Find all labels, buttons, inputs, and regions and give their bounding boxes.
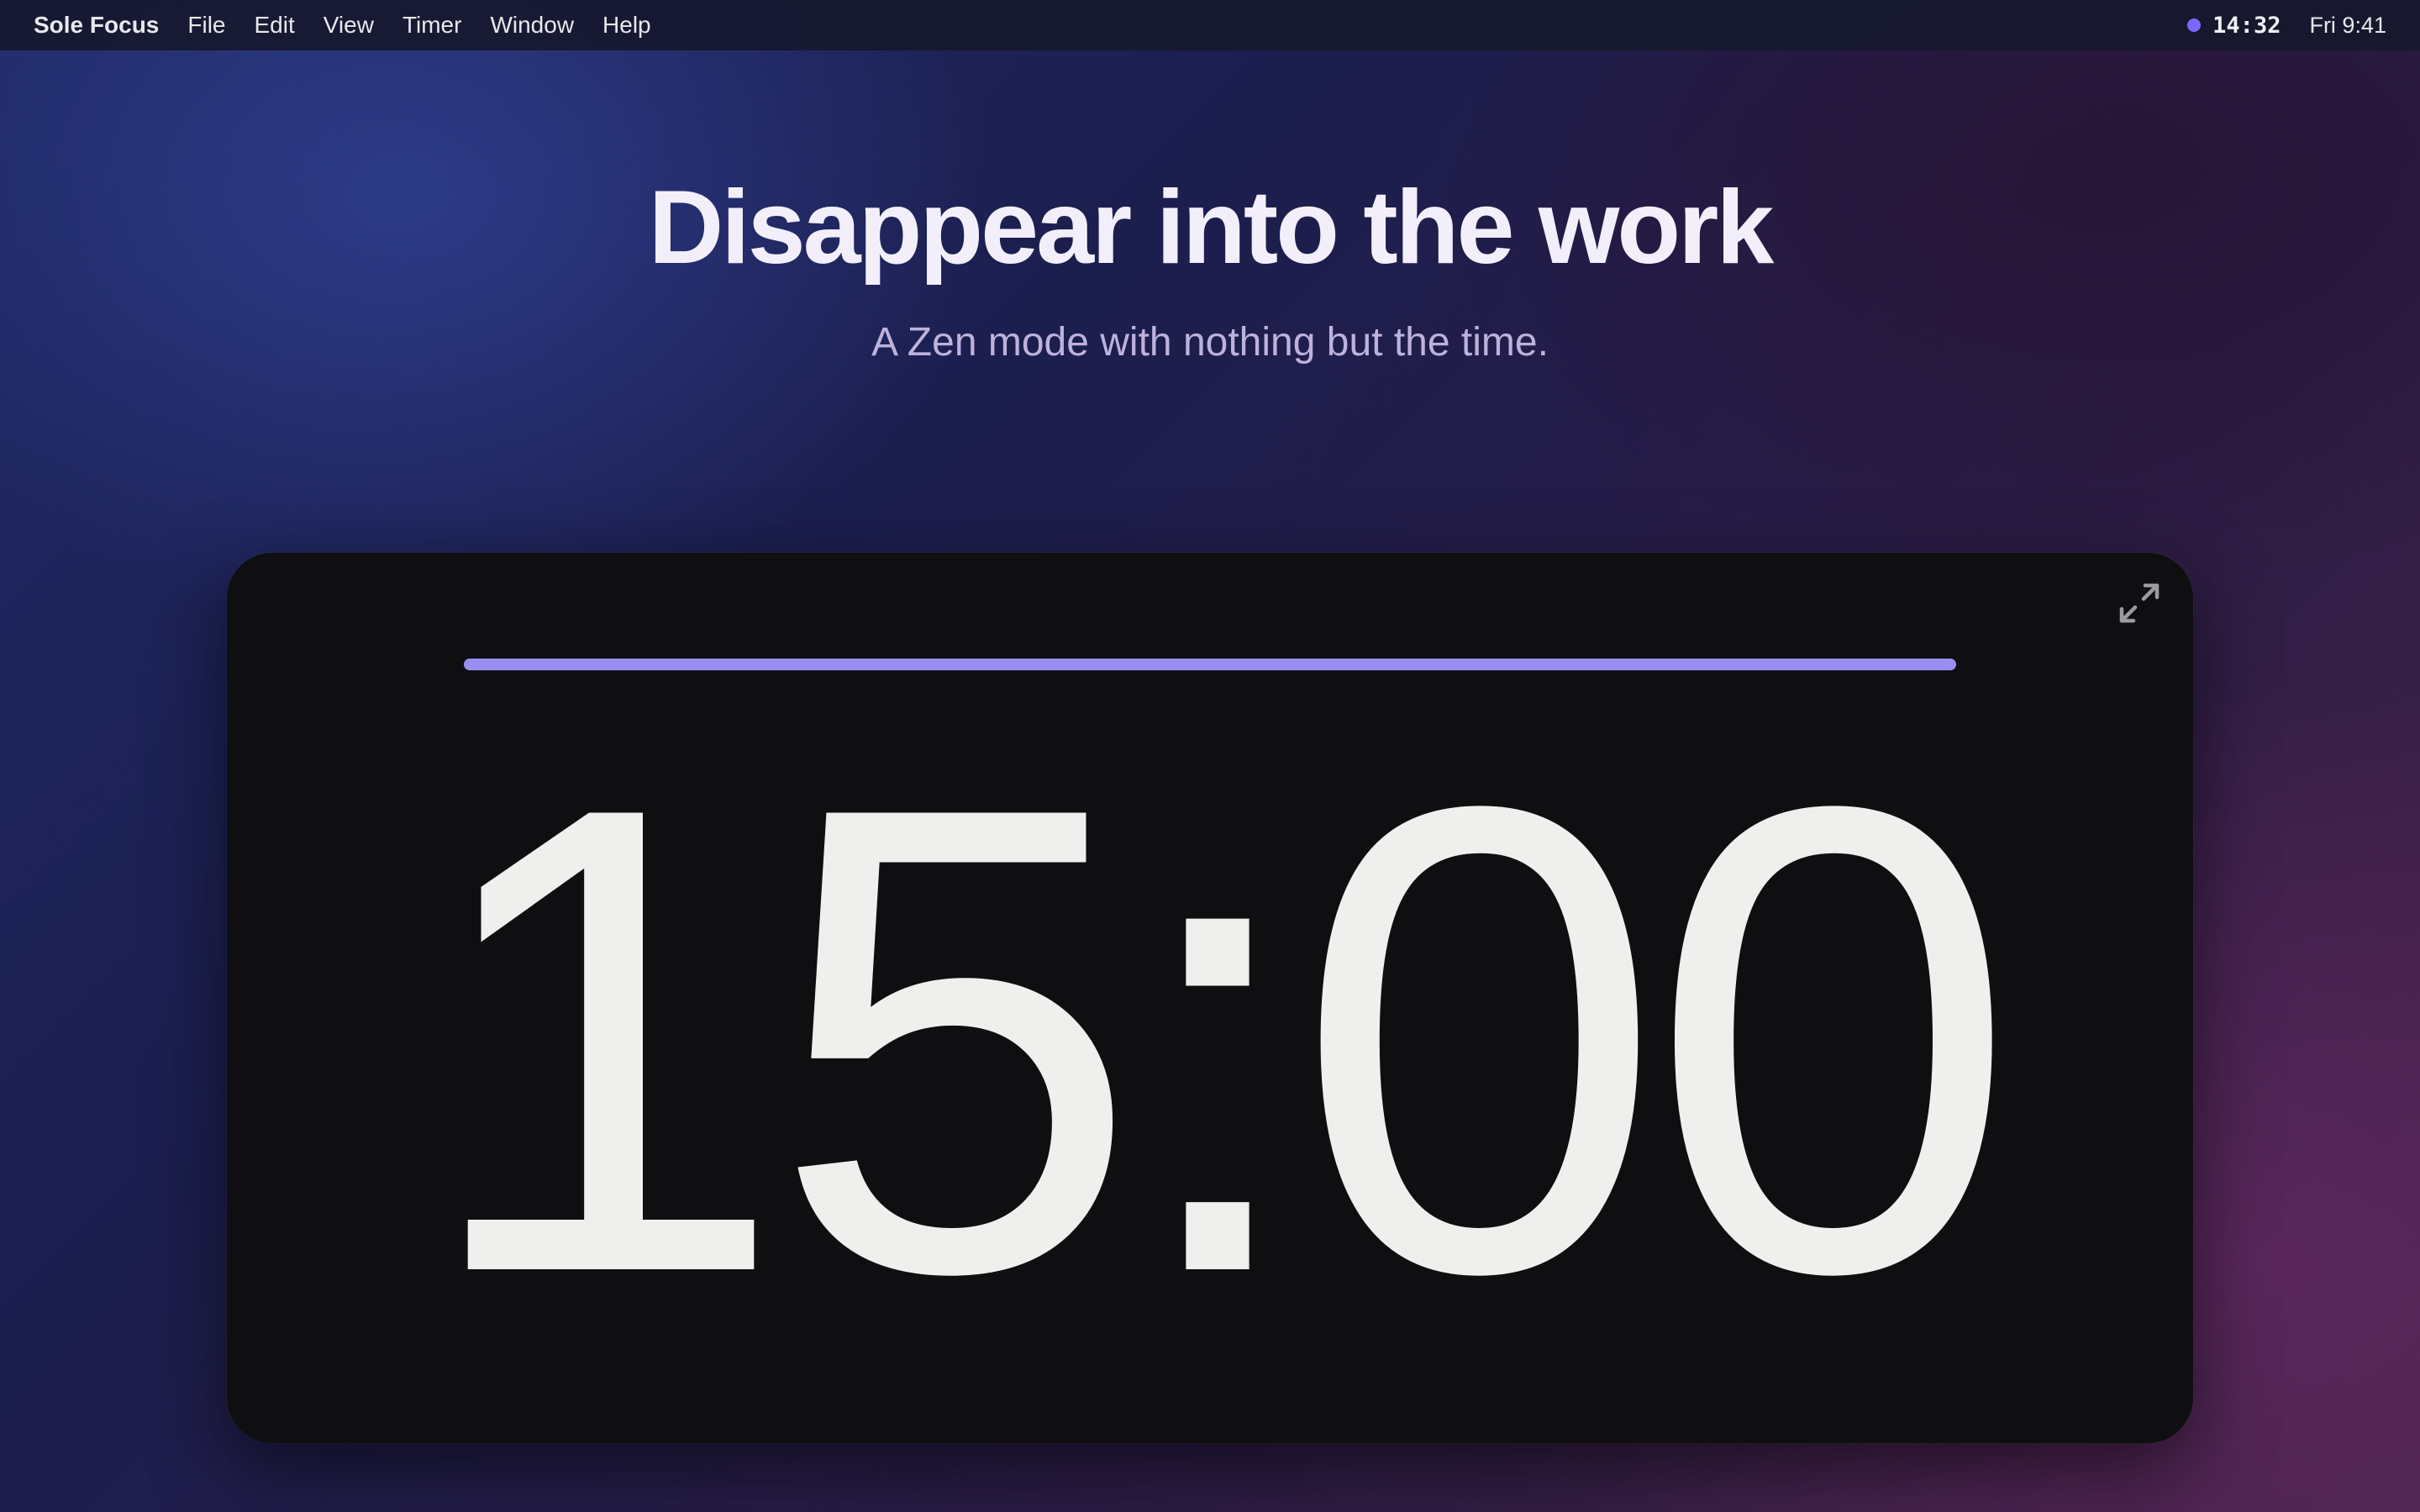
- fullscreen-button[interactable]: [2114, 578, 2165, 628]
- menu-bar: Sole Focus File Edit View Timer Window H…: [0, 0, 2420, 50]
- page-title: Disappear into the work: [648, 170, 1775, 286]
- status-timer-value: 14:32: [2212, 12, 2281, 39]
- menu-bar-right: 14:32 Fri 9:41: [2187, 13, 2386, 39]
- status-dot-icon: [2187, 18, 2202, 32]
- timer-countdown: 15:00: [417, 669, 2018, 1410]
- menu-edit[interactable]: Edit: [255, 12, 295, 39]
- page-subtitle: A Zen mode with nothing but the time.: [871, 320, 1549, 365]
- timer-progress-fill: [464, 659, 1956, 670]
- menu-help[interactable]: Help: [602, 12, 651, 39]
- menu-timer[interactable]: Timer: [402, 12, 462, 39]
- menu-window[interactable]: Window: [490, 12, 574, 39]
- expand-icon: [2119, 583, 2160, 623]
- menu-file[interactable]: File: [187, 12, 225, 39]
- menu-clock[interactable]: Fri 9:41: [2309, 13, 2386, 39]
- menu-view[interactable]: View: [324, 12, 374, 39]
- menu-bar-left: Sole Focus File Edit View Timer Window H…: [34, 12, 680, 39]
- app-menu[interactable]: Sole Focus: [34, 12, 159, 39]
- zen-timer-card: 15:00: [227, 553, 2193, 1443]
- status-timer-item[interactable]: 14:32: [2187, 13, 2281, 39]
- timer-progress-bar: [464, 659, 1956, 670]
